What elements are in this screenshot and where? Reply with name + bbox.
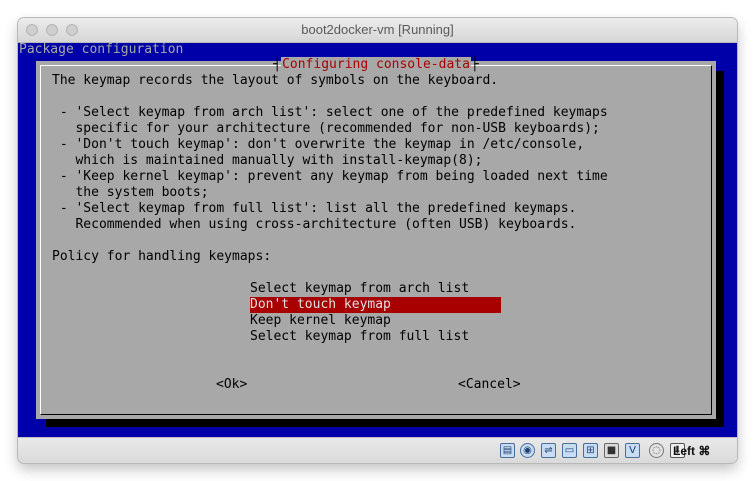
virtualbox-icon[interactable]: V: [625, 443, 640, 458]
host-key-label: Left ⌘: [673, 444, 711, 458]
body-line: - 'Don't touch keymap': don't overwrite …: [52, 137, 585, 152]
usb-icon[interactable]: ⇌: [541, 443, 556, 458]
dialog-title-text: Configuring console-data: [281, 57, 471, 72]
vm-console-screen[interactable]: Package configuration ┤Configuring conso…: [18, 43, 737, 437]
body-line: the system boots;: [52, 185, 209, 200]
body-line: which is maintained manually with instal…: [52, 153, 483, 168]
body-line: Recommended when using cross-architectur…: [52, 217, 577, 232]
configuring-dialog: ┤Configuring console-data├ The keymap re…: [36, 57, 716, 419]
body-line: - 'Keep kernel keymap': prevent any keym…: [52, 169, 608, 184]
network-icon[interactable]: ⊞: [583, 443, 598, 458]
optical-drive-icon[interactable]: ◉: [520, 443, 535, 458]
body-line: - 'Select keymap from arch list': select…: [52, 105, 608, 120]
menu-item-full-list[interactable]: Select keymap from full list: [250, 329, 501, 345]
menu-item-keep-kernel-keymap[interactable]: Keep kernel keymap: [250, 313, 501, 329]
video-capture-icon[interactable]: ■: [604, 443, 619, 458]
package-configuration-header: Package configuration: [19, 43, 184, 57]
window-title: boot2docker-vm [Running]: [301, 22, 454, 37]
ok-button[interactable]: <Ok>: [216, 377, 247, 393]
body-line: The keymap records the layout of symbols…: [52, 73, 499, 88]
menu-item-arch-list[interactable]: Select keymap from arch list: [250, 281, 501, 297]
hard-disk-icon[interactable]: ▤: [500, 443, 515, 458]
mouse-integration-icon[interactable]: ◌: [649, 443, 664, 458]
cancel-button[interactable]: <Cancel>: [458, 377, 521, 393]
dialog-title: ┤Configuring console-data├: [273, 57, 479, 72]
title-bar[interactable]: boot2docker-vm [Running]: [18, 18, 737, 43]
virtualbox-window: boot2docker-vm [Running] Package configu…: [18, 18, 737, 463]
status-bar: ▤ ◉ ⇌ ▭ ⊞ ■ V ◌ ⬇ Left ⌘: [18, 437, 737, 463]
shared-folders-icon[interactable]: ▭: [562, 443, 577, 458]
menu-item-dont-touch-keymap[interactable]: Don't touch keymap: [250, 297, 501, 313]
body-line: - 'Select keymap from full list': list a…: [52, 201, 577, 216]
body-line: specific for your architecture (recommen…: [52, 121, 600, 136]
policy-prompt: Policy for handling keymaps:: [52, 249, 272, 264]
